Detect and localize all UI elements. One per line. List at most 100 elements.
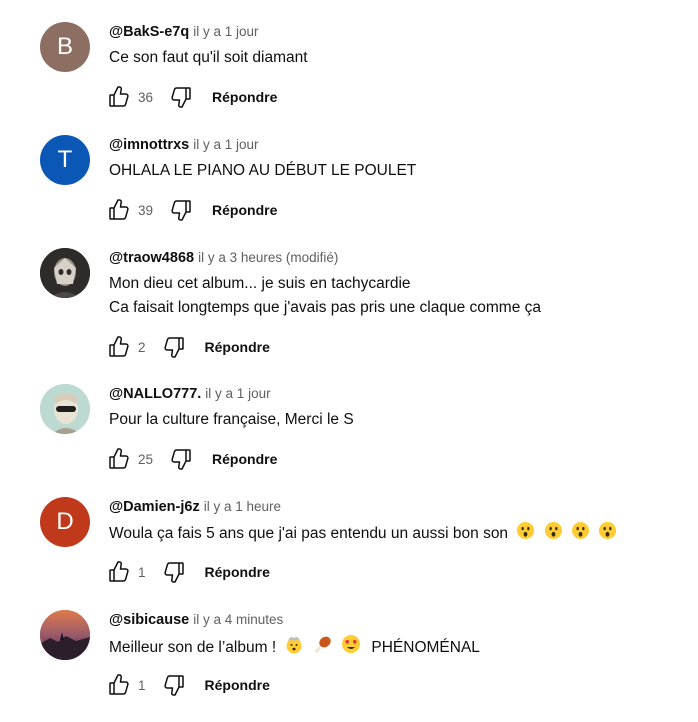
thumb-up-icon — [109, 199, 129, 220]
comment-actions: 1 Répondre — [107, 559, 270, 585]
comment-actions: 36 Répondre — [107, 84, 277, 110]
comment-timestamp[interactable]: il y a 1 heure — [204, 499, 281, 514]
astonished-face-icon — [599, 521, 617, 540]
heart-eyes-face-icon — [342, 635, 361, 653]
dislike-button[interactable] — [162, 560, 186, 584]
reply-button[interactable]: Répondre — [205, 339, 270, 355]
comment-author[interactable]: @imnottrxs — [109, 137, 189, 153]
avatar-photo — [40, 384, 90, 434]
avatar[interactable]: B — [40, 22, 90, 72]
comment-author[interactable]: @NALLO777. — [109, 386, 201, 402]
reply-button[interactable]: Répondre — [205, 677, 270, 693]
avatar-letter: D — [56, 508, 74, 535]
astonished-face-icon — [517, 521, 535, 540]
like-button[interactable] — [107, 335, 131, 359]
comment-thread: D @Damien-j6z il y a 1 heure Woula ça fai… — [0, 497, 698, 609]
comment-header: @BakS-e7q il y a 1 jour — [109, 22, 688, 42]
like-count: 2 — [138, 339, 146, 355]
like-count: 39 — [138, 202, 154, 218]
like-count: 1 — [138, 677, 146, 693]
comment-header: @traow4868 il y a 3 heures (modifié) — [109, 248, 688, 268]
thumb-up-icon — [109, 561, 129, 582]
thumb-down-icon — [171, 449, 191, 470]
comment-thread: @sibicause il y a 4 minutes Meilleur son … — [0, 610, 698, 722]
comment-author[interactable]: @traow4868 — [109, 250, 194, 266]
dislike-button[interactable] — [169, 447, 193, 471]
comment-header: @imnottrxs il y a 1 jour — [109, 135, 688, 155]
comment-actions: 25 Répondre — [107, 446, 277, 472]
exploding-head-icon — [286, 637, 302, 654]
reply-button[interactable]: Répondre — [212, 202, 277, 218]
comment-line: OHLALA LE PIANO AU DÉBUT LE POULET — [109, 162, 417, 179]
dislike-button[interactable] — [162, 335, 186, 359]
astonished-face-icon — [544, 521, 562, 540]
comment-body: @Damien-j6z il y a 1 heure Woula ça fais … — [109, 497, 688, 546]
comment-text: Ce son faut qu'il soit diamant — [109, 46, 688, 70]
like-button[interactable] — [107, 447, 131, 471]
reply-button[interactable]: Répondre — [205, 564, 270, 580]
comment-actions: 1 Répondre — [107, 672, 270, 698]
avatar[interactable]: D — [40, 497, 90, 547]
like-button[interactable] — [107, 673, 131, 697]
thumb-down-icon — [171, 87, 191, 108]
comment-line: Ce son faut qu'il soit diamant — [109, 49, 308, 66]
comment-text: Pour la culture française, Merci le S — [109, 408, 688, 432]
comment-thread: @NALLO777. il y a 1 jour Pour la culture … — [0, 384, 698, 496]
comment-thread: T @imnottrxs il y a 1 jour OHLALA LE PIAN… — [0, 135, 698, 247]
comment-text: Mon dieu cet album... je suis en tachyca… — [109, 272, 688, 320]
comment-timestamp[interactable]: il y a 1 jour — [193, 24, 258, 39]
dislike-button[interactable] — [162, 673, 186, 697]
like-button[interactable] — [107, 85, 131, 109]
dislike-button[interactable] — [169, 85, 193, 109]
comment-body: @BakS-e7q il y a 1 jour Ce son faut qu'il… — [109, 22, 688, 70]
comment-line: Ca faisait longtemps que j'avais pas pri… — [109, 299, 542, 316]
comment-body: @NALLO777. il y a 1 jour Pour la culture … — [109, 384, 688, 432]
comment-header: @sibicause il y a 4 minutes — [109, 610, 688, 630]
thumb-up-icon — [109, 86, 129, 107]
like-count: 1 — [138, 564, 146, 580]
comment-line: Meilleur son de l’album ! — [109, 639, 277, 656]
avatar[interactable] — [40, 610, 90, 660]
like-button[interactable] — [107, 198, 131, 222]
comment-timestamp[interactable]: il y a 1 jour — [205, 386, 270, 401]
reply-button[interactable]: Répondre — [212, 89, 277, 105]
thumb-up-icon — [109, 336, 129, 357]
comment-tail: PHÉNOMÉNAL — [371, 639, 480, 656]
avatar[interactable]: T — [40, 135, 90, 185]
comment-author[interactable]: @Damien-j6z — [109, 499, 200, 515]
thumb-down-icon — [171, 200, 191, 221]
avatar[interactable] — [40, 248, 90, 298]
comment-author[interactable]: @BakS-e7q — [109, 24, 189, 40]
comment-timestamp[interactable]: il y a 3 heures (modifié) — [198, 250, 338, 265]
comment-timestamp[interactable]: il y a 1 jour — [193, 137, 258, 152]
like-button[interactable] — [107, 560, 131, 584]
comment-text: OHLALA LE PIANO AU DÉBUT LE POULET — [109, 159, 688, 183]
avatar[interactable] — [40, 384, 90, 434]
dislike-button[interactable] — [169, 198, 193, 222]
like-count: 36 — [138, 89, 154, 105]
thumb-up-icon — [109, 674, 129, 695]
avatar-letter: B — [56, 33, 73, 60]
comment-body: @imnottrxs il y a 1 jour OHLALA LE PIANO … — [109, 135, 688, 183]
comment-header: @NALLO777. il y a 1 jour — [109, 384, 688, 404]
comment-line: Woula ça fais 5 ans que j'ai pas entendu… — [109, 525, 509, 542]
thumb-down-icon — [163, 562, 184, 583]
comment-actions: 2 Répondre — [107, 334, 270, 360]
thumb-down-icon — [163, 675, 184, 696]
comment-line: Mon dieu cet album... je suis en tachyca… — [109, 275, 411, 292]
comment-actions: 39 Répondre — [107, 197, 277, 223]
comment-line: Pour la culture française, Merci le S — [109, 411, 354, 428]
comment-header: @Damien-j6z il y a 1 heure — [109, 497, 688, 517]
comment-body: @sibicause il y a 4 minutes Meilleur son … — [109, 610, 688, 660]
comment-timestamp[interactable]: il y a 4 minutes — [193, 612, 283, 627]
avatar-photo — [40, 248, 90, 298]
poultry-leg-icon — [314, 636, 331, 653]
reply-button[interactable]: Répondre — [212, 451, 277, 467]
comment-body: @traow4868 il y a 3 heures (modifié) Mon … — [109, 248, 688, 320]
comment-author[interactable]: @sibicause — [109, 612, 189, 628]
comment-thread: B @BakS-e7q il y a 1 jour Ce son faut qu'… — [0, 22, 698, 134]
thumb-up-icon — [109, 448, 129, 469]
like-count: 25 — [138, 451, 154, 467]
thumb-down-icon — [163, 337, 184, 358]
comment-text: Woula ça fais 5 ans que j'ai pas entendu… — [109, 521, 688, 546]
